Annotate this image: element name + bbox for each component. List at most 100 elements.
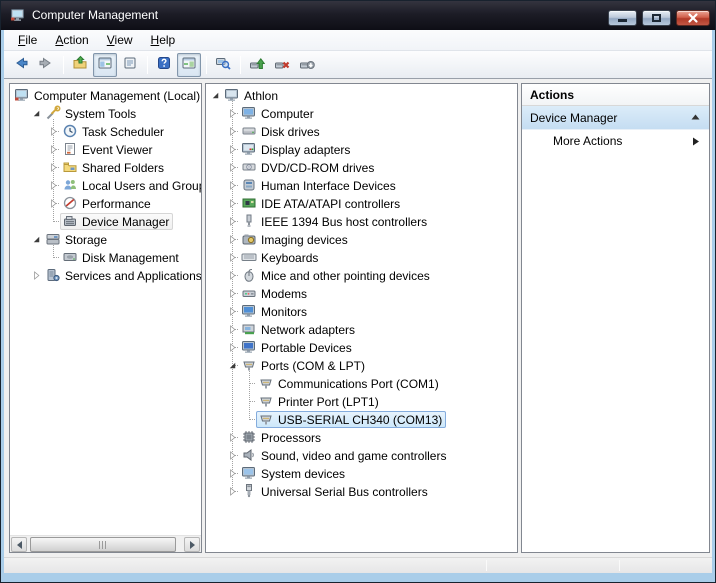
services-apps-icon (45, 267, 61, 283)
tree-item-label: Disk drives (261, 124, 320, 139)
expander-closed-icon[interactable] (225, 268, 239, 282)
expander-closed-icon[interactable] (225, 124, 239, 138)
expander-closed-icon[interactable] (46, 196, 60, 210)
tree-item-label: Computer (261, 106, 314, 121)
tree-item-modems[interactable]: Modems (206, 284, 517, 302)
left-tree-horizontal-scrollbar[interactable] (10, 535, 201, 552)
tree-item-disk-drives[interactable]: Disk drives (206, 122, 517, 140)
expander-closed-icon[interactable] (225, 448, 239, 462)
expander-closed-icon[interactable] (225, 484, 239, 498)
expander-closed-icon[interactable] (46, 178, 60, 192)
tree-item-device-manager[interactable]: Device Manager (10, 212, 201, 230)
scroll-right-button[interactable] (184, 537, 200, 552)
restore-button[interactable] (642, 10, 671, 26)
tree-item-shared-folders[interactable]: Shared Folders (10, 158, 201, 176)
expander-closed-icon[interactable] (225, 286, 239, 300)
tree-item-label: System Tools (65, 106, 136, 121)
expander-open-icon[interactable] (29, 106, 43, 120)
collapse-arrow-icon[interactable] (690, 112, 701, 123)
update-driver-button[interactable] (245, 53, 269, 77)
more-actions-item[interactable]: More Actions (522, 130, 709, 152)
tree-item-services-and-applications[interactable]: Services and Applications (10, 266, 201, 284)
expander-closed-icon[interactable] (225, 106, 239, 120)
tree-item-system-devices[interactable]: System devices (206, 464, 517, 482)
show-hide-action-pane-button[interactable] (177, 53, 201, 77)
tree-item-disk-management[interactable]: Disk Management (10, 248, 201, 266)
expander-closed-icon[interactable] (225, 322, 239, 336)
tree-item-usb-serial-ch340-com13[interactable]: USB-SERIAL CH340 (COM13) (206, 410, 517, 428)
expander-closed-icon[interactable] (225, 340, 239, 354)
tree-item-monitors[interactable]: Monitors (206, 302, 517, 320)
help-button[interactable] (152, 53, 176, 77)
tree-item-ports-com-lpt[interactable]: Ports (COM & LPT) (206, 356, 517, 374)
tree-item-task-scheduler[interactable]: Task Scheduler (10, 122, 201, 140)
forward-button[interactable] (34, 53, 58, 77)
tree-item-keyboards[interactable]: Keyboards (206, 248, 517, 266)
minimize-button[interactable] (608, 10, 637, 26)
tree-item-universal-serial-bus-controllers[interactable]: Universal Serial Bus controllers (206, 482, 517, 500)
scroll-left-button[interactable] (11, 537, 27, 552)
expander-open-icon[interactable] (208, 88, 222, 102)
expander-closed-icon[interactable] (46, 124, 60, 138)
close-button[interactable] (676, 10, 710, 26)
tree-item-event-viewer[interactable]: Event Viewer (10, 140, 201, 158)
tree-item-communications-port-com1[interactable]: Communications Port (COM1) (206, 374, 517, 392)
tree-item-system-tools[interactable]: System Tools (10, 104, 201, 122)
tree-item-printer-port-lpt1[interactable]: Printer Port (LPT1) (206, 392, 517, 410)
expander-closed-icon[interactable] (225, 160, 239, 174)
tree-item-network-adapters[interactable]: Network adapters (206, 320, 517, 338)
tree-item-ieee-1394-bus-host-controllers[interactable]: IEEE 1394 Bus host controllers (206, 212, 517, 230)
menu-action[interactable]: Action (47, 31, 96, 49)
expander-open-icon[interactable] (225, 358, 239, 372)
help-icon (156, 55, 172, 74)
monitor-icon (241, 303, 257, 319)
expander-closed-icon[interactable] (225, 142, 239, 156)
expander-closed-icon[interactable] (46, 142, 60, 156)
expander-closed-icon[interactable] (225, 214, 239, 228)
menu-help[interactable]: Help (143, 31, 184, 49)
tree-item-label: Universal Serial Bus controllers (261, 484, 428, 499)
expander-closed-icon[interactable] (225, 178, 239, 192)
scan-hardware-changes-button[interactable] (211, 53, 235, 77)
actions-group-device-manager[interactable]: Device Manager (522, 106, 709, 130)
tree-item-performance[interactable]: Performance (10, 194, 201, 212)
tree-item-portable-devices[interactable]: Portable Devices (206, 338, 517, 356)
expander-closed-icon[interactable] (225, 304, 239, 318)
uninstall-device-button[interactable] (270, 53, 294, 77)
tree-item-display-adapters[interactable]: Display adapters (206, 140, 517, 158)
expander-closed-icon[interactable] (29, 268, 43, 282)
scrollbar-thumb[interactable] (30, 537, 176, 552)
status-separator (486, 560, 487, 571)
tree-item-computer-management-local[interactable]: Computer Management (Local) (10, 86, 201, 104)
tree-item-processors[interactable]: Processors (206, 428, 517, 446)
menu-view[interactable]: View (99, 31, 141, 49)
tree-item-storage[interactable]: Storage (10, 230, 201, 248)
expander-closed-icon[interactable] (225, 196, 239, 210)
tree-item-computer[interactable]: Computer (206, 104, 517, 122)
system-device-icon (241, 465, 257, 481)
expander-open-icon[interactable] (29, 232, 43, 246)
expander-closed-icon[interactable] (225, 250, 239, 264)
expander-closed-icon[interactable] (225, 466, 239, 480)
disable-device-button[interactable] (295, 53, 319, 77)
expander-closed-icon[interactable] (225, 430, 239, 444)
expander-closed-icon[interactable] (46, 160, 60, 174)
tree-item-local-users-and-groups[interactable]: Local Users and Groups (10, 176, 201, 194)
tree-item-label: Mice and other pointing devices (261, 268, 430, 283)
tree-item-imaging-devices[interactable]: Imaging devices (206, 230, 517, 248)
sound-icon (241, 447, 257, 463)
tree-item-ide-ata-atapi-controllers[interactable]: IDE ATA/ATAPI controllers (206, 194, 517, 212)
back-button[interactable] (9, 53, 33, 77)
menu-file[interactable]: File (10, 31, 45, 49)
properties-button[interactable] (118, 53, 142, 77)
tree-item-dvd-cd-rom-drives[interactable]: DVD/CD-ROM drives (206, 158, 517, 176)
tree-item-athlon[interactable]: Athlon (206, 86, 517, 104)
network-adapter-icon (241, 321, 257, 337)
tree-item-mice-and-other-pointing-devices[interactable]: Mice and other pointing devices (206, 266, 517, 284)
tree-item-sound-video-and-game-controllers[interactable]: Sound, video and game controllers (206, 446, 517, 464)
scan-hardware-icon (215, 55, 231, 74)
up-one-level-button[interactable] (68, 53, 92, 77)
show-hide-console-tree-button[interactable] (93, 53, 117, 77)
expander-closed-icon[interactable] (225, 232, 239, 246)
tree-item-human-interface-devices[interactable]: Human Interface Devices (206, 176, 517, 194)
